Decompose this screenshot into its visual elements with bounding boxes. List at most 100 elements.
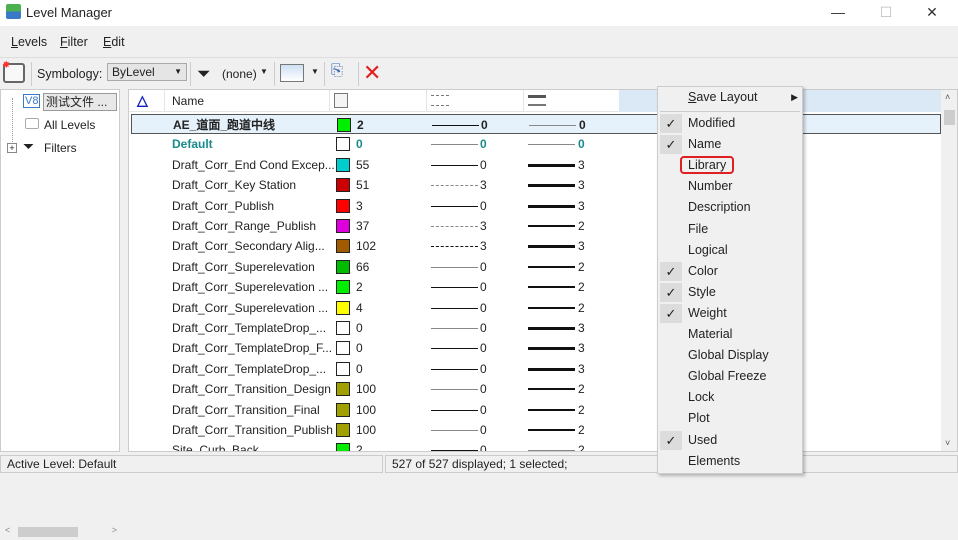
table-row[interactable]: Default 0 0 0 (131, 134, 941, 154)
table-row[interactable]: Draft_Corr_Superelevation ... 2 0 2 (131, 277, 941, 297)
menu-filter[interactable]: Filter (60, 35, 88, 49)
color-swatch[interactable] (337, 118, 351, 132)
weight-line[interactable] (528, 286, 575, 289)
table-row[interactable]: Draft_Corr_TemplateDrop_... 0 0 3 (131, 359, 941, 379)
menu-item-plot[interactable]: Plot (658, 408, 802, 429)
style-line[interactable] (431, 185, 478, 187)
weight-line[interactable] (528, 163, 575, 167)
weight-column-icon[interactable] (528, 95, 546, 106)
style-line[interactable] (431, 389, 478, 391)
weight-line[interactable] (528, 429, 575, 431)
table-row[interactable]: Draft_Corr_Key Station 51 3 3 (131, 175, 941, 195)
column-divider[interactable] (164, 90, 165, 112)
style-line[interactable] (431, 205, 478, 207)
color-swatch[interactable] (336, 341, 350, 356)
style-line[interactable] (431, 144, 478, 146)
weight-line[interactable] (528, 408, 575, 411)
style-line[interactable] (431, 246, 478, 248)
color-swatch[interactable] (336, 321, 350, 335)
close-button[interactable]: ✕ (912, 2, 952, 22)
table-row[interactable]: Draft_Corr_Publish 3 0 3 (131, 196, 941, 216)
column-divider[interactable] (329, 90, 330, 112)
table-row[interactable]: Draft_Corr_Transition_Publish 100 0 2 (131, 420, 941, 440)
table-row[interactable]: AE_道面_跑道中线 2 0 0 (131, 114, 941, 135)
column-divider[interactable] (523, 90, 524, 112)
modified-column-header[interactable]: △ (137, 92, 148, 109)
color-swatch[interactable] (336, 300, 350, 315)
filter-dropdown[interactable]: (none) (222, 67, 257, 81)
table-row[interactable]: Draft_Corr_Secondary Alig... 102 3 3 (131, 236, 941, 256)
menu-edit[interactable]: Edit (103, 35, 125, 49)
style-line[interactable] (431, 409, 478, 411)
weight-line[interactable] (528, 388, 575, 391)
menu-item-file[interactable]: File (658, 219, 802, 240)
weight-line[interactable] (528, 306, 575, 309)
style-line[interactable] (431, 430, 478, 431)
weight-line[interactable] (528, 245, 575, 249)
delete-level-icon[interactable]: ✕ (363, 60, 381, 86)
color-swatch[interactable] (336, 280, 350, 295)
style-line[interactable] (431, 307, 478, 309)
color-column-icon[interactable] (334, 93, 348, 108)
style-column-icon[interactable] (431, 95, 449, 106)
style-line[interactable] (431, 266, 478, 268)
menu-item-global-display[interactable]: Global Display (658, 345, 802, 366)
menu-item-weight[interactable]: ✓ Weight (658, 303, 802, 324)
menu-item-number[interactable]: Number (658, 176, 802, 197)
weight-line[interactable] (528, 265, 575, 268)
weight-line[interactable] (528, 347, 575, 351)
menu-item-name[interactable]: ✓ Name (658, 134, 802, 155)
maximize-button[interactable]: ☐ (866, 2, 906, 22)
style-line[interactable] (431, 287, 478, 289)
color-swatch[interactable] (336, 423, 350, 437)
table-row[interactable]: Draft_Corr_End Cond Excep... 55 0 3 (131, 155, 941, 175)
table-row[interactable]: Draft_Corr_TemplateDrop_... 0 0 3 (131, 318, 941, 338)
style-line[interactable] (431, 164, 478, 166)
table-row[interactable]: Draft_Corr_Superelevation ... 4 0 2 (131, 298, 941, 318)
table-row[interactable]: Site_Curb_Back 2 0 2 (131, 440, 941, 451)
tree-item-all-levels[interactable]: All Levels (44, 118, 95, 132)
table-row[interactable]: Draft_Corr_Transition_Design 100 0 2 (131, 379, 941, 399)
expand-icon[interactable]: + (7, 143, 17, 153)
weight-line[interactable] (529, 125, 576, 126)
style-line[interactable] (431, 226, 478, 227)
weight-line[interactable] (528, 367, 575, 371)
menu-item-style[interactable]: ✓ Style (658, 282, 802, 303)
weight-line[interactable] (528, 144, 575, 146)
style-line[interactable] (431, 368, 478, 370)
column-divider[interactable] (426, 90, 427, 112)
color-swatch[interactable] (336, 178, 350, 193)
style-line[interactable] (431, 348, 478, 350)
menu-item-lock[interactable]: Lock (658, 387, 802, 408)
menu-item-logical[interactable]: Logical (658, 240, 802, 261)
splitter-handle[interactable] (121, 89, 127, 452)
weight-line[interactable] (528, 450, 575, 451)
menu-item-used[interactable]: ✓ Used (658, 430, 802, 451)
color-swatch[interactable] (336, 137, 350, 152)
color-swatch[interactable] (336, 402, 350, 417)
style-line[interactable] (431, 450, 478, 451)
color-swatch[interactable] (336, 259, 350, 274)
color-swatch[interactable] (336, 239, 350, 254)
tree-item-file[interactable]: 测试文件 ... (43, 93, 117, 111)
color-swatch[interactable] (336, 382, 350, 397)
filter-chevron-down-icon[interactable]: ▼ (260, 67, 268, 76)
weight-line[interactable] (528, 327, 575, 330)
color-swatch[interactable] (336, 157, 350, 172)
menu-item-global-freeze[interactable]: Global Freeze (658, 366, 802, 387)
vertical-scrollbar[interactable]: ˄ ˅ (941, 90, 957, 451)
horizontal-scrollbar[interactable]: < > (2, 524, 120, 540)
menu-item-material[interactable]: Material (658, 324, 802, 345)
symbology-select[interactable]: ByLevel ▼ (107, 63, 187, 81)
color-swatch[interactable] (336, 361, 350, 376)
new-level-icon[interactable]: ✸ (2, 60, 25, 83)
weight-line[interactable] (528, 204, 575, 208)
tree-item-filters[interactable]: Filters (44, 141, 77, 155)
display-chevron-down-icon[interactable]: ▼ (311, 67, 319, 76)
weight-line[interactable] (528, 225, 575, 227)
table-row[interactable]: Draft_Corr_Superelevation 66 0 2 (131, 257, 941, 277)
menu-item-elements[interactable]: Elements (658, 451, 802, 472)
table-row[interactable]: Draft_Corr_Transition_Final 100 0 2 (131, 400, 941, 420)
table-row[interactable]: Draft_Corr_Range_Publish 37 3 2 (131, 216, 941, 236)
color-swatch[interactable] (336, 443, 350, 451)
